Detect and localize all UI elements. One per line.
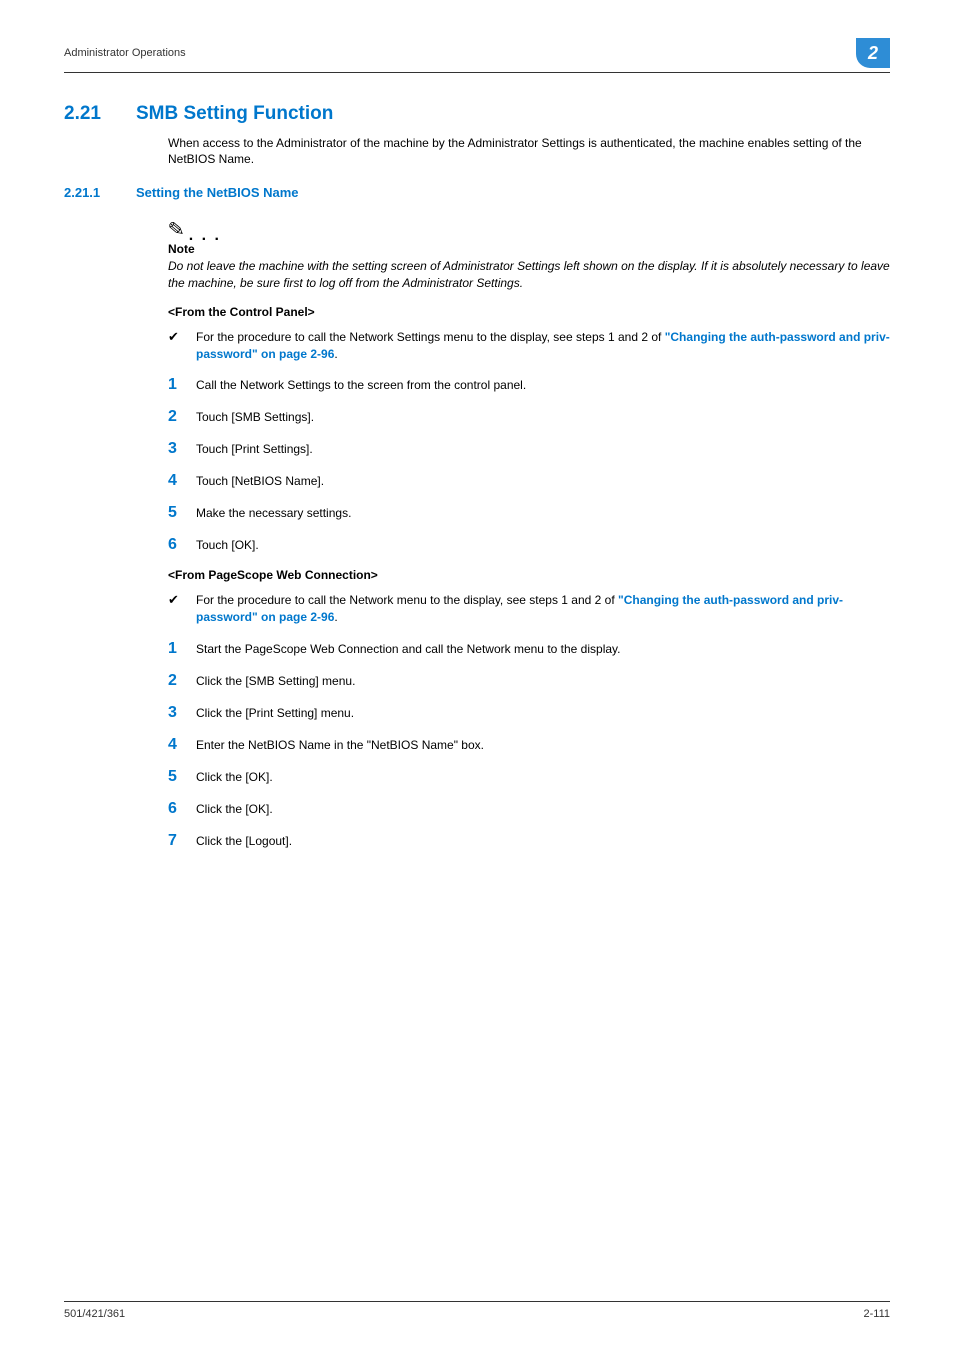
subheading-control-panel: <From the Control Panel>	[168, 305, 890, 319]
chapter-number: 2	[868, 43, 878, 64]
step-a1: 1Call the Network Settings to the screen…	[168, 376, 890, 394]
step-number: 5	[168, 504, 196, 522]
prereq-b: ✔ For the procedure to call the Network …	[168, 592, 890, 626]
h1-text: SMB Setting Function	[136, 103, 333, 125]
step-text: Click the [Print Setting] menu.	[196, 705, 354, 722]
header-row: Administrator Operations 2	[64, 38, 890, 68]
step-number: 6	[168, 536, 196, 554]
prereq-a-pre: For the procedure to call the Network Se…	[196, 330, 665, 344]
step-text: Call the Network Settings to the screen …	[196, 377, 526, 394]
h2-text: Setting the NetBIOS Name	[136, 185, 299, 200]
step-text: Touch [NetBIOS Name].	[196, 473, 324, 490]
prereq-b-body: For the procedure to call the Network me…	[196, 592, 890, 626]
step-number: 6	[168, 800, 196, 818]
step-number: 3	[168, 440, 196, 458]
note-icon-row: ✎ . . .	[168, 220, 890, 240]
step-text: Click the [OK].	[196, 769, 273, 786]
step-b4: 4Enter the NetBIOS Name in the "NetBIOS …	[168, 736, 890, 754]
step-text: Start the PageScope Web Connection and c…	[196, 641, 620, 658]
note-label: Note	[168, 242, 890, 256]
page: Administrator Operations 2 2.21 SMB Sett…	[0, 0, 954, 1350]
note-block: ✎ . . . Note Do not leave the machine wi…	[168, 220, 890, 290]
step-b7: 7Click the [Logout].	[168, 832, 890, 850]
note-dots-icon: . . .	[189, 232, 221, 240]
note-icon: ✎	[167, 220, 185, 241]
step-a2: 2Touch [SMB Settings].	[168, 408, 890, 426]
prereq-b-post: .	[334, 610, 337, 624]
h1-number: 2.21	[64, 103, 136, 125]
header-left: Administrator Operations	[64, 47, 186, 59]
check-icon: ✔	[168, 592, 196, 626]
step-text: Click the [OK].	[196, 801, 273, 818]
section-heading-1: 2.21 SMB Setting Function	[64, 103, 890, 125]
note-body: Do not leave the machine with the settin…	[168, 258, 890, 290]
footer: 501/421/361 2-111	[64, 1301, 890, 1320]
step-text: Click the [SMB Setting] menu.	[196, 673, 355, 690]
step-text: Enter the NetBIOS Name in the "NetBIOS N…	[196, 737, 484, 754]
step-text: Click the [Logout].	[196, 833, 292, 850]
subheading-pagescope: <From PageScope Web Connection>	[168, 568, 890, 582]
step-number: 4	[168, 736, 196, 754]
step-b1: 1Start the PageScope Web Connection and …	[168, 640, 890, 658]
step-a4: 4Touch [NetBIOS Name].	[168, 472, 890, 490]
prereq-a: ✔ For the procedure to call the Network …	[168, 329, 890, 363]
footer-row: 501/421/361 2-111	[64, 1308, 890, 1320]
prereq-a-post: .	[334, 347, 337, 361]
header-rule	[64, 72, 890, 73]
prereq-a-body: For the procedure to call the Network Se…	[196, 329, 890, 363]
step-b2: 2Click the [SMB Setting] menu.	[168, 672, 890, 690]
footer-right: 2-111	[863, 1308, 890, 1320]
section-heading-2: 2.21.1 Setting the NetBIOS Name	[64, 185, 890, 200]
step-b6: 6Click the [OK].	[168, 800, 890, 818]
intro-paragraph: When access to the Administrator of the …	[168, 135, 886, 167]
step-number: 5	[168, 768, 196, 786]
step-a3: 3Touch [Print Settings].	[168, 440, 890, 458]
h2-number: 2.21.1	[64, 185, 136, 200]
step-b5: 5Click the [OK].	[168, 768, 890, 786]
step-text: Touch [SMB Settings].	[196, 409, 314, 426]
step-b3: 3Click the [Print Setting] menu.	[168, 704, 890, 722]
step-text: Touch [Print Settings].	[196, 441, 313, 458]
step-text: Make the necessary settings.	[196, 505, 351, 522]
step-number: 1	[168, 640, 196, 658]
chapter-badge: 2	[856, 38, 890, 68]
step-a6: 6Touch [OK].	[168, 536, 890, 554]
check-icon: ✔	[168, 329, 196, 363]
step-number: 4	[168, 472, 196, 490]
step-number: 2	[168, 672, 196, 690]
step-number: 7	[168, 832, 196, 850]
footer-left: 501/421/361	[64, 1308, 125, 1320]
step-number: 3	[168, 704, 196, 722]
prereq-b-pre: For the procedure to call the Network me…	[196, 593, 618, 607]
step-number: 1	[168, 376, 196, 394]
footer-rule	[64, 1301, 890, 1302]
step-a5: 5Make the necessary settings.	[168, 504, 890, 522]
step-text: Touch [OK].	[196, 537, 259, 554]
step-number: 2	[168, 408, 196, 426]
